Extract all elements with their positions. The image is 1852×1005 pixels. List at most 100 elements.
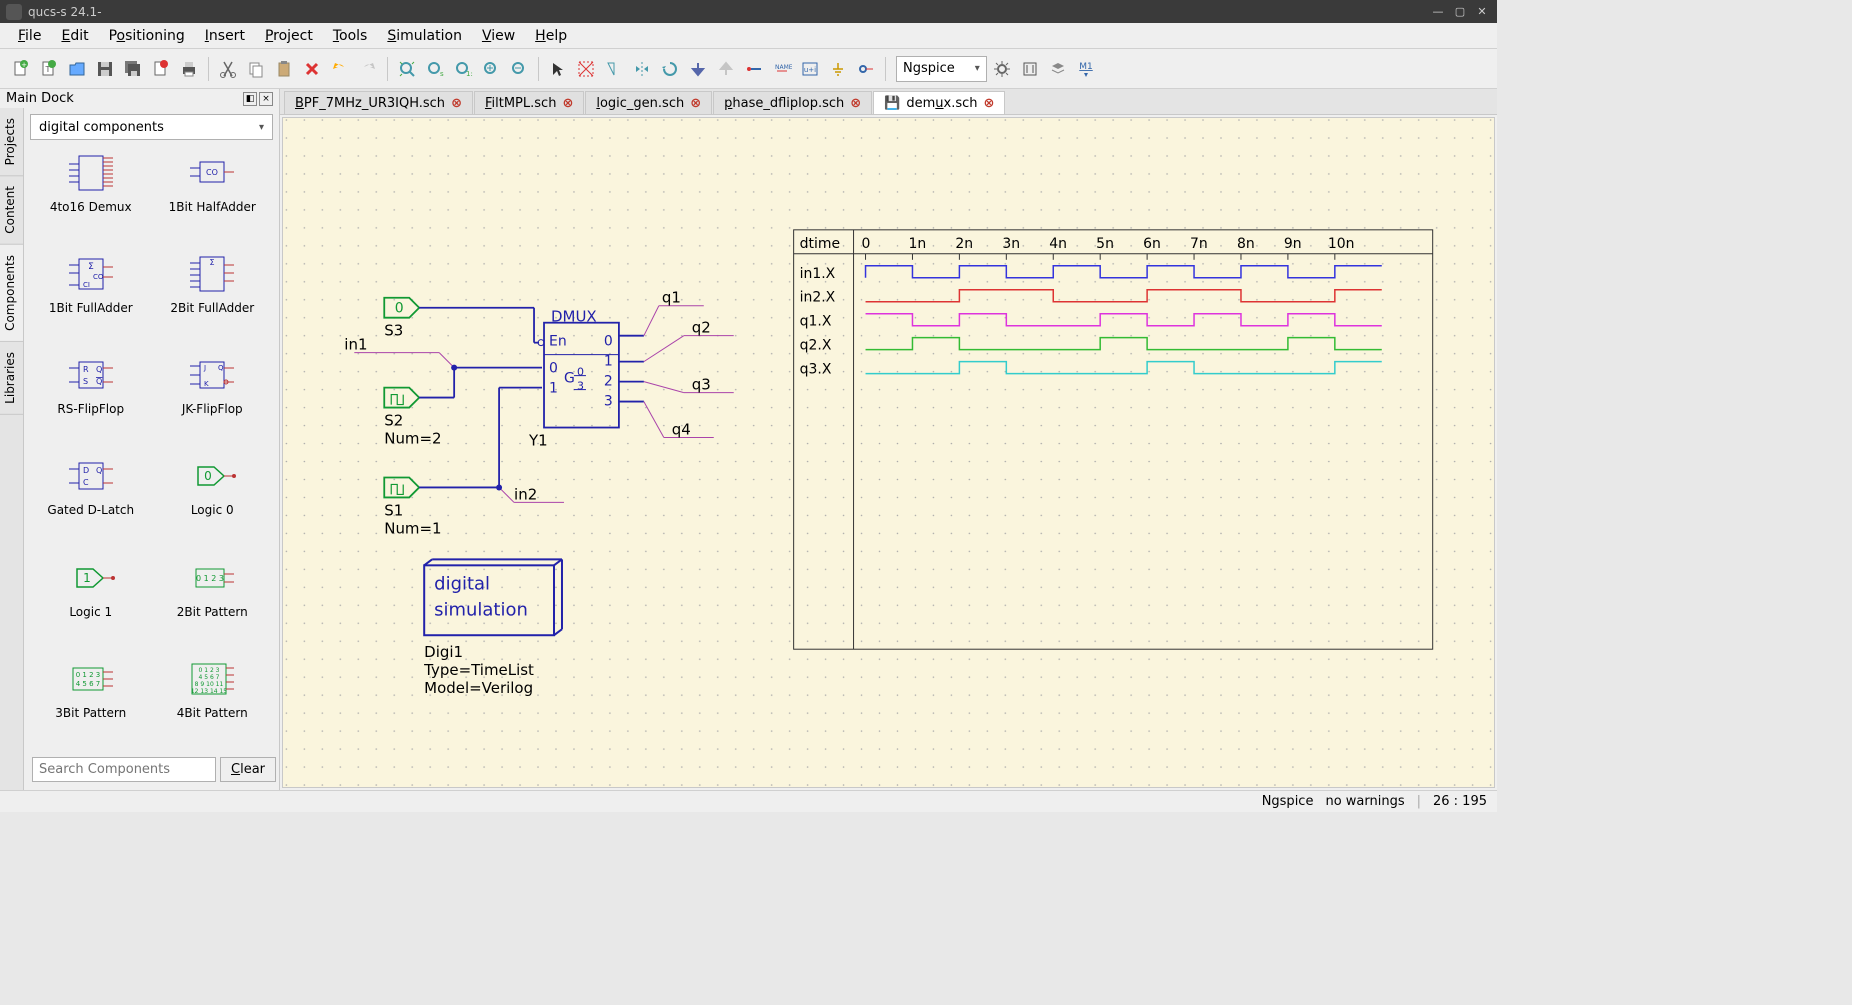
rotate-button[interactable] bbox=[657, 56, 683, 82]
component-category-value: digital components bbox=[39, 120, 164, 135]
zoom-fit-button[interactable] bbox=[394, 56, 420, 82]
delete-button[interactable] bbox=[299, 56, 325, 82]
svg-text:Model=Verilog: Model=Verilog bbox=[424, 679, 533, 697]
comp-4to16-demux[interactable]: 4to16 Demux bbox=[32, 146, 150, 243]
svg-text:6n: 6n bbox=[1143, 236, 1161, 252]
close-icon[interactable]: ⊗ bbox=[451, 96, 462, 111]
menu-insert[interactable]: Insert bbox=[195, 26, 255, 46]
equation-button[interactable]: u+i bbox=[797, 56, 823, 82]
select-button[interactable] bbox=[545, 56, 571, 82]
menu-simulation[interactable]: Simulation bbox=[377, 26, 472, 46]
comp-jk-flipflop[interactable]: JQKJK-FlipFlop bbox=[154, 348, 272, 445]
menu-help[interactable]: Help bbox=[525, 26, 577, 46]
open-button[interactable] bbox=[64, 56, 90, 82]
cut-button[interactable] bbox=[215, 56, 241, 82]
mirror-h-button[interactable] bbox=[629, 56, 655, 82]
no-select-button[interactable] bbox=[573, 56, 599, 82]
schematic-svg: 0 S3 S2 Num=2 S1 Num=1 bbox=[283, 118, 1494, 787]
comp-2bit-pattern[interactable]: 0 1 2 32Bit Pattern bbox=[154, 551, 272, 648]
minimize-button[interactable]: — bbox=[1429, 5, 1447, 19]
doc-tab-phasedff[interactable]: phase_dfliplop.sch⊗ bbox=[713, 91, 872, 114]
schematic-canvas[interactable]: 0 S3 S2 Num=2 S1 Num=1 bbox=[282, 117, 1495, 788]
tune-button[interactable] bbox=[1017, 56, 1043, 82]
comp-1bit-halfadder[interactable]: CO1Bit HalfAdder bbox=[154, 146, 272, 243]
comp-4bit-pattern[interactable]: 0 1 2 34 5 6 78 9 10 1112 13 14 154Bit P… bbox=[154, 652, 272, 749]
status-bar: Ngspice no warnings | 26 : 195 bbox=[0, 790, 1497, 812]
gear-button[interactable] bbox=[989, 56, 1015, 82]
redo-button[interactable] bbox=[355, 56, 381, 82]
doc-tab-logicgen[interactable]: logic_gen.sch⊗ bbox=[585, 91, 712, 114]
paste-button[interactable] bbox=[271, 56, 297, 82]
close-icon[interactable]: ⊗ bbox=[690, 96, 701, 111]
close-button[interactable]: ✕ bbox=[1473, 5, 1491, 19]
dropdown-icon: ▾ bbox=[259, 122, 264, 133]
side-tab-projects[interactable]: Projects bbox=[0, 108, 23, 176]
svg-text:C: C bbox=[83, 478, 89, 487]
undo-button[interactable] bbox=[327, 56, 353, 82]
comp-1bit-fulladder[interactable]: ΣCOCI1Bit FullAdder bbox=[32, 247, 150, 344]
zoom-in-button[interactable] bbox=[478, 56, 504, 82]
zoom-1-button[interactable]: 1:1 bbox=[450, 56, 476, 82]
clear-button[interactable]: Clear bbox=[220, 757, 276, 782]
menu-edit[interactable]: Edit bbox=[51, 26, 98, 46]
new-text-button[interactable]: T bbox=[36, 56, 62, 82]
save-button[interactable] bbox=[92, 56, 118, 82]
close-icon[interactable]: ⊗ bbox=[850, 96, 861, 111]
comp-rs-flipflop[interactable]: RQSQRS-FlipFlop bbox=[32, 348, 150, 445]
simulator-select[interactable]: Ngspice ▾ bbox=[896, 56, 987, 82]
doc-tab-bpf[interactable]: BPF_7MHz_UR3IQH.sch⊗ bbox=[284, 91, 473, 114]
search-input[interactable] bbox=[32, 757, 216, 782]
zoom-sel-button[interactable]: s bbox=[422, 56, 448, 82]
save-icon: 💾 bbox=[884, 96, 900, 111]
side-tab-components[interactable]: Components bbox=[0, 245, 23, 342]
marker-button[interactable] bbox=[601, 56, 627, 82]
menu-tools[interactable]: Tools bbox=[323, 26, 378, 46]
svg-text:u+i: u+i bbox=[804, 66, 816, 74]
svg-text:digital: digital bbox=[434, 573, 490, 594]
svg-text:0: 0 bbox=[604, 334, 613, 350]
save-all-button[interactable] bbox=[120, 56, 146, 82]
close-icon[interactable]: ⊗ bbox=[984, 96, 995, 111]
side-tab-libraries[interactable]: Libraries bbox=[0, 342, 23, 415]
layers-button[interactable] bbox=[1045, 56, 1071, 82]
comp-2bit-fulladder[interactable]: Σ2Bit FullAdder bbox=[154, 247, 272, 344]
up-arrow-button[interactable] bbox=[713, 56, 739, 82]
svg-text:1:1: 1:1 bbox=[466, 70, 473, 78]
comp-logic-0[interactable]: 0Logic 0 bbox=[154, 449, 272, 546]
svg-text:simulation: simulation bbox=[434, 599, 528, 620]
new-file-button[interactable]: + bbox=[8, 56, 34, 82]
svg-text:0 1 2 3: 0 1 2 3 bbox=[199, 667, 220, 674]
menu-file[interactable]: File bbox=[8, 26, 51, 46]
dock-float-button[interactable]: ◧ bbox=[243, 92, 257, 106]
copy-button[interactable] bbox=[243, 56, 269, 82]
component-category-select[interactable]: digital components ▾ bbox=[30, 114, 273, 140]
down-arrow-button[interactable] bbox=[685, 56, 711, 82]
comp-3bit-pattern[interactable]: 0 1 2 34 5 6 73Bit Pattern bbox=[32, 652, 150, 749]
menu-view[interactable]: View bbox=[472, 26, 525, 46]
svg-text:S2: S2 bbox=[384, 412, 403, 430]
svg-text:in2.X: in2.X bbox=[800, 290, 836, 306]
comp-logic-1[interactable]: 1Logic 1 bbox=[32, 551, 150, 648]
wire-button[interactable] bbox=[741, 56, 767, 82]
close-icon[interactable]: ⊗ bbox=[562, 96, 573, 111]
maximize-button[interactable]: ▢ bbox=[1451, 5, 1469, 19]
svg-text:0: 0 bbox=[577, 366, 584, 379]
label-button[interactable]: NAME bbox=[769, 56, 795, 82]
print-button[interactable] bbox=[176, 56, 202, 82]
zoom-out-button[interactable] bbox=[506, 56, 532, 82]
m1-button[interactable]: M1 bbox=[1073, 56, 1099, 82]
doc-tab-demux[interactable]: 💾demux.sch⊗ bbox=[873, 91, 1005, 114]
svg-text:Q: Q bbox=[96, 377, 102, 386]
svg-text:3: 3 bbox=[604, 394, 613, 410]
menu-project[interactable]: Project bbox=[255, 26, 323, 46]
menu-positioning[interactable]: Positioning bbox=[99, 26, 195, 46]
side-tab-content[interactable]: Content bbox=[0, 176, 23, 245]
svg-text:S: S bbox=[83, 377, 88, 386]
svg-text:q2: q2 bbox=[692, 319, 711, 337]
comp-gated-d-latch[interactable]: DQCGated D-Latch bbox=[32, 449, 150, 546]
close-file-button[interactable] bbox=[148, 56, 174, 82]
port-button[interactable] bbox=[853, 56, 879, 82]
dock-close-button[interactable]: × bbox=[259, 92, 273, 106]
ground-button[interactable] bbox=[825, 56, 851, 82]
doc-tab-filtmpl[interactable]: FiltMPL.sch⊗ bbox=[474, 91, 584, 114]
